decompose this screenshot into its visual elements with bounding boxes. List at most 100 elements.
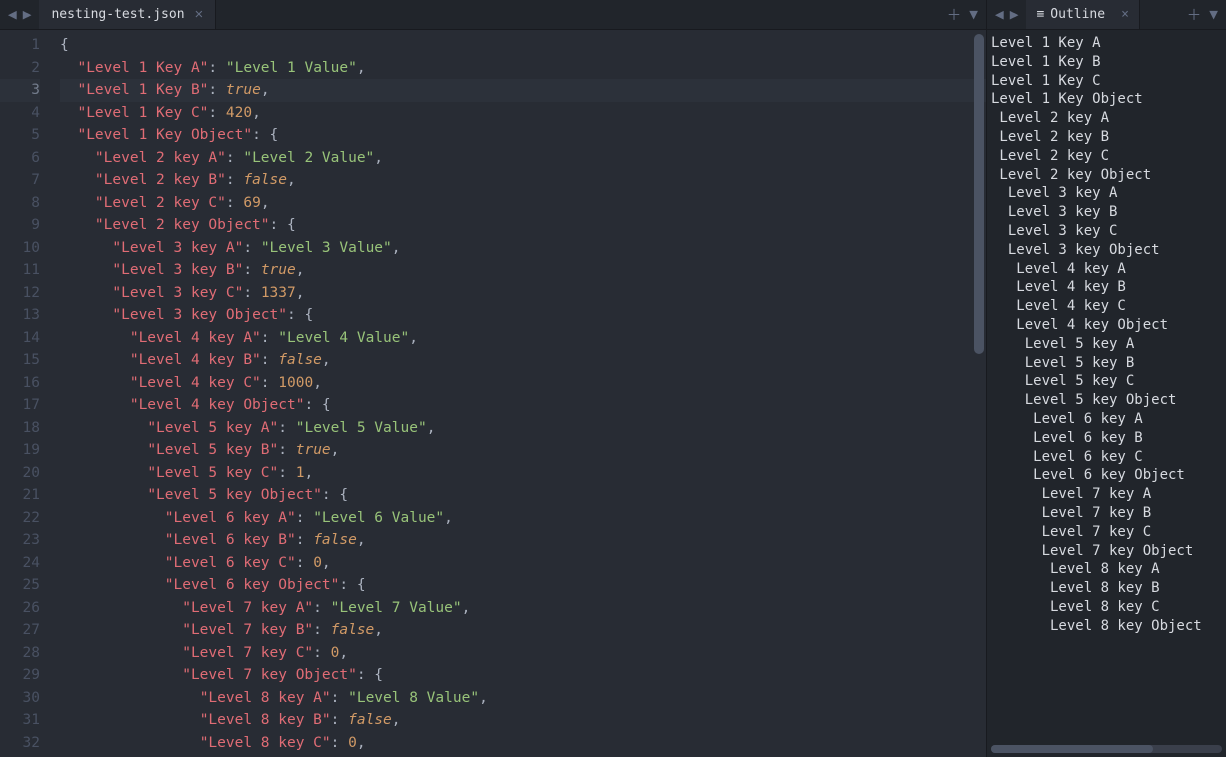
outline-item[interactable]: Level 1 Key Object [991, 90, 1226, 109]
outline-tabbar-tail: ＋ ▼ [1179, 0, 1226, 29]
outline-item[interactable]: Level 7 key A [991, 485, 1226, 504]
next-tab-icon[interactable]: ▶ [23, 7, 32, 23]
tab-menu-icon[interactable]: ▼ [969, 7, 978, 23]
prev-tab-icon[interactable]: ◀ [8, 7, 17, 23]
outline-tab[interactable]: ≡ Outline × [1026, 0, 1139, 29]
outline-item[interactable]: Level 5 key Object [991, 391, 1226, 410]
outline-item[interactable]: Level 5 key A [991, 335, 1226, 354]
code-line[interactable]: { [60, 34, 986, 57]
file-tab[interactable]: nesting-test.json × [39, 0, 216, 29]
code-line[interactable]: "Level 1 Key B": true, [60, 79, 986, 102]
outline-body[interactable]: Level 1 Key ALevel 1 Key BLevel 1 Key CL… [987, 30, 1226, 757]
outline-item[interactable]: Level 5 key B [991, 354, 1226, 373]
outline-item[interactable]: Level 4 key B [991, 278, 1226, 297]
close-icon[interactable]: × [195, 7, 204, 22]
code-line[interactable]: "Level 6 key C": 0, [60, 552, 986, 575]
code-line[interactable]: "Level 5 key Object": { [60, 484, 986, 507]
line-number: 16 [0, 372, 40, 395]
editor-body[interactable]: 1234567891011121314151617181920212223242… [0, 30, 986, 757]
outline-item[interactable]: Level 6 key A [991, 410, 1226, 429]
outline-item[interactable]: Level 2 key B [991, 128, 1226, 147]
code-line[interactable]: "Level 6 key B": false, [60, 529, 986, 552]
outline-item[interactable]: Level 7 key C [991, 523, 1226, 542]
code-line[interactable]: "Level 3 key C": 1337, [60, 282, 986, 305]
panel-menu-icon[interactable]: ▼ [1209, 7, 1218, 23]
outline-scrollbar[interactable] [991, 745, 1222, 753]
code-line[interactable]: "Level 5 key C": 1, [60, 462, 986, 485]
code-line[interactable]: "Level 1 Key C": 420, [60, 102, 986, 125]
code-line[interactable]: "Level 6 key A": "Level 6 Value", [60, 507, 986, 530]
code-line[interactable]: "Level 3 key Object": { [60, 304, 986, 327]
line-number: 6 [0, 147, 40, 170]
outline-item[interactable]: Level 3 key A [991, 184, 1226, 203]
code-line[interactable]: "Level 2 key C": 69, [60, 192, 986, 215]
outline-item[interactable]: Level 3 key Object [991, 241, 1226, 260]
editor-scrollbar[interactable] [974, 34, 984, 354]
line-number: 4 [0, 102, 40, 125]
code-line[interactable]: "Level 2 key Object": { [60, 214, 986, 237]
code-line[interactable]: "Level 8 key B": false, [60, 709, 986, 732]
next-panel-icon[interactable]: ▶ [1010, 7, 1019, 23]
line-number: 2 [0, 57, 40, 80]
line-gutter: 1234567891011121314151617181920212223242… [0, 30, 50, 757]
add-panel-icon[interactable]: ＋ [1187, 4, 1202, 25]
code-line[interactable]: "Level 5 key A": "Level 5 Value", [60, 417, 986, 440]
code-line[interactable]: "Level 8 key A": "Level 8 Value", [60, 687, 986, 710]
outline-item[interactable]: Level 8 key C [991, 598, 1226, 617]
outline-item[interactable]: Level 2 key C [991, 147, 1226, 166]
code-line[interactable]: "Level 3 key B": true, [60, 259, 986, 282]
code-area[interactable]: { "Level 1 Key A": "Level 1 Value", "Lev… [50, 30, 986, 757]
outline-item[interactable]: Level 4 key C [991, 297, 1226, 316]
close-icon[interactable]: × [1121, 7, 1129, 22]
code-line[interactable]: "Level 1 Key Object": { [60, 124, 986, 147]
outline-item[interactable]: Level 5 key C [991, 372, 1226, 391]
outline-item[interactable]: Level 4 key Object [991, 316, 1226, 335]
code-line[interactable]: "Level 4 key C": 1000, [60, 372, 986, 395]
tab-nav-arrows: ◀ ▶ [0, 0, 39, 29]
outline-item[interactable]: Level 2 key Object [991, 166, 1226, 185]
outline-item[interactable]: Level 1 Key B [991, 53, 1226, 72]
line-number: 22 [0, 507, 40, 530]
outline-item[interactable]: Level 2 key A [991, 109, 1226, 128]
code-line[interactable]: "Level 4 key Object": { [60, 394, 986, 417]
outline-item[interactable]: Level 8 key B [991, 579, 1226, 598]
outline-item[interactable]: Level 1 Key C [991, 72, 1226, 91]
outline-item[interactable]: Level 1 Key A [991, 34, 1226, 53]
code-line[interactable]: "Level 1 Key A": "Level 1 Value", [60, 57, 986, 80]
code-line[interactable]: "Level 7 key Object": { [60, 664, 986, 687]
outline-item[interactable]: Level 6 key Object [991, 466, 1226, 485]
outline-item[interactable]: Level 3 key C [991, 222, 1226, 241]
code-line[interactable]: "Level 6 key Object": { [60, 574, 986, 597]
outline-scrollbar-thumb[interactable] [991, 745, 1153, 753]
outline-tabbar-spacer [1140, 0, 1179, 29]
line-number: 26 [0, 597, 40, 620]
code-line[interactable]: "Level 2 key A": "Level 2 Value", [60, 147, 986, 170]
code-line[interactable]: "Level 7 key C": 0, [60, 642, 986, 665]
add-tab-icon[interactable]: ＋ [947, 4, 962, 25]
code-line[interactable]: "Level 3 key A": "Level 3 Value", [60, 237, 986, 260]
outline-item[interactable]: Level 8 key Object [991, 617, 1226, 636]
line-number: 8 [0, 192, 40, 215]
line-number: 29 [0, 664, 40, 687]
code-line[interactable]: "Level 2 key B": false, [60, 169, 986, 192]
line-number: 7 [0, 169, 40, 192]
outline-item[interactable]: Level 3 key B [991, 203, 1226, 222]
code-line[interactable]: "Level 4 key B": false, [60, 349, 986, 372]
outline-item[interactable]: Level 4 key A [991, 260, 1226, 279]
prev-panel-icon[interactable]: ◀ [995, 7, 1004, 23]
outline-item[interactable]: Level 6 key C [991, 448, 1226, 467]
line-number: 10 [0, 237, 40, 260]
code-line[interactable]: "Level 4 key A": "Level 4 Value", [60, 327, 986, 350]
code-line[interactable]: "Level 5 key B": true, [60, 439, 986, 462]
line-number: 1 [0, 34, 40, 57]
line-number: 12 [0, 282, 40, 305]
outline-item[interactable]: Level 7 key B [991, 504, 1226, 523]
code-line[interactable]: "Level 8 key C": 0, [60, 732, 986, 755]
code-line[interactable]: "Level 7 key B": false, [60, 619, 986, 642]
outline-item[interactable]: Level 8 key A [991, 560, 1226, 579]
outline-item[interactable]: Level 6 key B [991, 429, 1226, 448]
line-number: 14 [0, 327, 40, 350]
outline-item[interactable]: Level 7 key Object [991, 542, 1226, 561]
line-number: 13 [0, 304, 40, 327]
code-line[interactable]: "Level 7 key A": "Level 7 Value", [60, 597, 986, 620]
